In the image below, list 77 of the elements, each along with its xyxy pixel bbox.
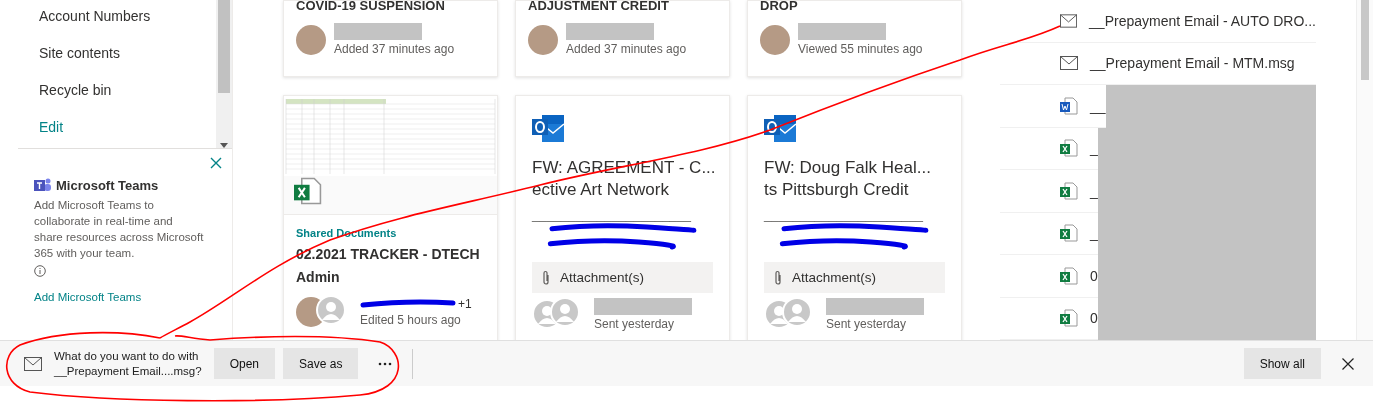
info-icon[interactable] [34,265,46,277]
attachment-chip[interactable]: Attachment(s) [532,262,713,293]
file-name: _ [1090,182,1098,199]
document-card[interactable]: ADJUSTMENT CREDIT Added 37 minutes ago [515,0,730,77]
separator-line-text: ______________________ [764,207,925,222]
show-all-button[interactable]: Show all [1243,348,1321,379]
file-name: __Prepayment Email - MTM.msg [1090,55,1295,72]
avatar-icon [528,24,558,55]
email-card[interactable]: FW: Doug Falk Heal... ts Pittsburgh Credit ______________________ Attachment(s) Sent yesterday [747,95,962,340]
file-row[interactable]: 0 [1000,297,1316,340]
nav-item[interactable]: Account Numbers [18,0,216,37]
teams-description: Add Microsoft Teams to collaborate in real-time and share resources across Microsoft 365 with your team. [34,198,204,261]
card-title: DROP [759,1,799,15]
person-avatar-icon [550,297,580,327]
file-row[interactable]: __Prepayment Email - AUTO DRO... [1000,0,1316,43]
outlook-icon [764,114,797,143]
nav-item[interactable]: Recycle bin [18,74,216,111]
mail-icon [1060,13,1078,28]
file-name: __Prepayment Email - AUTO DRO... [1089,12,1316,29]
mail-icon [24,356,42,371]
separator-line-text: ______________________ [532,207,693,222]
file-row[interactable]: _ [1000,170,1316,213]
outlook-icon [532,114,565,143]
close-button[interactable] [210,157,222,169]
excel-file-icon [1060,309,1078,328]
file-name: __ [1090,97,1106,114]
paperclip-icon [774,269,782,286]
mail-icon [1060,56,1078,71]
activity-text: Edited 5 hours ago [360,313,462,327]
activity-text: Viewed 55 minutes ago [798,42,923,56]
file-row[interactable]: __ [1000,85,1316,128]
add-teams-link[interactable]: Add Microsoft Teams [34,291,212,303]
save-as-button[interactable]: Save as [283,348,359,379]
more-icon [378,361,393,366]
excel-file-icon [1060,224,1078,243]
card-title: ective Art Network [532,179,670,201]
file-name: 0 [1090,267,1098,284]
activity-text: Sent yesterday [594,316,676,331]
document-card[interactable]: COVID-19 SUSPENSION Added 37 minutes ago [283,0,498,77]
excel-file-icon [294,176,322,206]
extra-people-count: +1 [458,297,472,311]
download-prompt: What do you want to do with __Prepayment Email....msg? [54,348,202,379]
file-name: 0 [1090,310,1098,327]
card-title: ts Pittsburgh Credit [764,179,910,201]
card-title: 02.2021 TRACKER - DTECH Admin [295,245,481,287]
excel-file-icon [1060,181,1078,200]
open-button[interactable]: Open [213,348,275,379]
file-name: _ [1090,140,1098,157]
avatar-icon [296,24,326,55]
activity-text: Added 37 minutes ago [334,42,455,56]
card-title: FW: Doug Falk Heal... [764,157,932,179]
card-title: COVID-19 SUSPENSION [295,1,446,15]
file-row[interactable]: _ [1000,212,1316,255]
attachment-chip[interactable]: Attachment(s) [764,262,945,293]
paperclip-icon [542,269,550,286]
teams-icon [34,177,52,193]
edit-link[interactable]: Edit [18,111,216,148]
teams-title: Microsoft Teams [56,177,159,193]
file-name: _ [1090,225,1098,242]
scrollbar[interactable] [216,0,232,148]
card-title: ADJUSTMENT CREDIT [527,1,670,15]
person-avatar-icon [316,295,346,325]
excel-file-icon [1060,266,1078,285]
scroll-down-arrow-icon[interactable] [220,143,228,148]
file-row[interactable]: 0 [1000,255,1316,298]
excel-file-icon [1060,139,1078,158]
document-card[interactable]: DROP Viewed 55 minutes ago [747,0,962,77]
file-row[interactable]: _ [1000,127,1316,170]
scrollbar[interactable] [1356,0,1373,340]
person-avatar-icon [782,297,812,327]
avatar-icon [760,24,790,55]
close-icon [210,157,222,169]
activity-text: Added 37 minutes ago [566,42,687,56]
close-icon [1342,357,1354,370]
nav-item[interactable]: Site contents [18,37,216,74]
activity-text: Sent yesterday [826,316,908,331]
word-file-icon [1060,96,1078,115]
